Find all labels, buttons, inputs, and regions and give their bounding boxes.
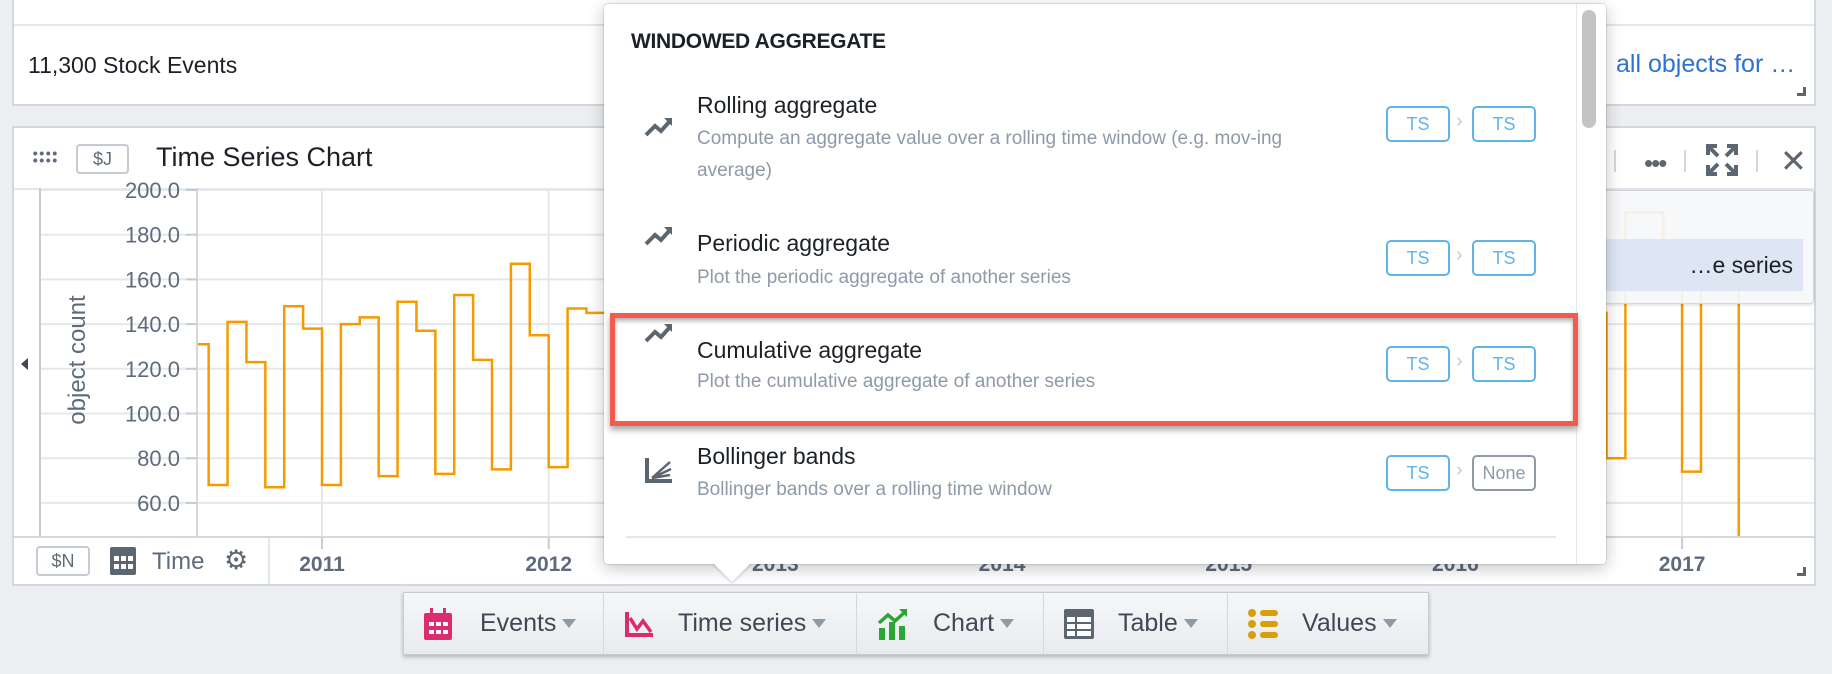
- y-tick-label: 100.0: [125, 402, 180, 427]
- y-tick-label: 200.0: [125, 178, 180, 203]
- item-desc: Bollinger bands over a rolling time wind…: [697, 479, 1052, 500]
- y-tick-label: 60.0: [137, 491, 180, 516]
- table-button[interactable]: Table: [1044, 593, 1228, 654]
- axis-settings-gear-icon[interactable]: ⚙: [224, 545, 248, 576]
- output-type-badge: None: [1472, 455, 1536, 491]
- arrow-icon: ›: [1456, 459, 1463, 481]
- chart-button[interactable]: Chart: [857, 593, 1044, 654]
- trend-icon: [644, 118, 672, 137]
- input-type-badge: TS: [1386, 106, 1450, 142]
- y-axis-label: object count: [64, 295, 91, 425]
- calendar-icon: [424, 607, 452, 640]
- x-axis-label[interactable]: Time: [152, 548, 204, 576]
- input-type-badge: TS: [1386, 455, 1450, 491]
- x-tick-label: 2012: [525, 553, 572, 576]
- bollinger-icon: [645, 458, 672, 483]
- item-desc: Compute an aggregate value over a rollin…: [697, 128, 1283, 181]
- dropdown-scrollbar[interactable]: [1582, 10, 1596, 128]
- y-tick-label: 80.0: [137, 446, 180, 471]
- input-type-badge: TS: [1386, 346, 1450, 382]
- section-header: WINDOWED AGGREGATE: [631, 30, 886, 53]
- line-chart-icon: [625, 611, 653, 637]
- list-icon: [1248, 608, 1278, 639]
- item-title: Periodic aggregate: [697, 230, 891, 256]
- output-type-badge: TS: [1472, 346, 1536, 382]
- y-tick-label: 120.0: [125, 357, 180, 382]
- values-button[interactable]: Values: [1228, 593, 1430, 654]
- x-tick-label: 2017: [1659, 553, 1706, 576]
- x-tick-label: 2011: [299, 553, 345, 576]
- table-icon: [1064, 608, 1094, 639]
- y-tick-label: 180.0: [125, 223, 180, 248]
- add-widget-toolbar: Events Time series Chart Table Values: [403, 592, 1429, 655]
- arrow-icon: ›: [1456, 350, 1463, 372]
- axis-variable-badge[interactable]: $N: [36, 546, 90, 576]
- time-series-button[interactable]: Time series: [604, 593, 857, 654]
- dropdown-caret: [712, 562, 752, 582]
- series-line: [197, 262, 606, 489]
- arrow-icon: ›: [1456, 110, 1463, 132]
- y-tick-label: 140.0: [125, 312, 180, 337]
- events-button[interactable]: Events: [404, 593, 604, 654]
- item-title: Bollinger bands: [697, 443, 856, 469]
- item-desc: Plot the periodic aggregate of another s…: [697, 267, 1071, 288]
- trend-icon: [644, 324, 672, 343]
- input-type-badge: TS: [1386, 240, 1450, 276]
- arrow-icon: ›: [1456, 244, 1463, 266]
- calendar-icon: [110, 547, 136, 575]
- popover-item[interactable]: …e series: [1591, 239, 1803, 291]
- item-title: Rolling aggregate: [697, 92, 878, 118]
- scroll-left-icon[interactable]: [21, 358, 28, 370]
- output-type-badge: TS: [1472, 106, 1536, 142]
- output-type-badge: TS: [1472, 240, 1536, 276]
- item-desc: Plot the cumulative aggregate of another…: [697, 371, 1096, 392]
- trend-chart-icon: [877, 608, 908, 640]
- item-title: Cumulative aggregate: [697, 337, 923, 363]
- y-tick-label: 160.0: [125, 267, 180, 292]
- series-popover: …e series: [1590, 190, 1814, 304]
- trend-icon: [644, 227, 672, 246]
